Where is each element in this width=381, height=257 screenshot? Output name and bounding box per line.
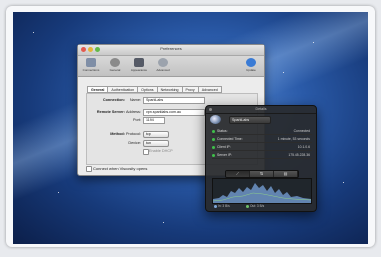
gear-icon (110, 58, 120, 67)
toolbar-appearance-button[interactable]: Appearance (128, 58, 150, 72)
port-field[interactable]: 1194 (143, 117, 165, 124)
toolbar-label: Update (246, 68, 256, 72)
connection-label: Connection: (102, 98, 125, 102)
name-label: Name: (129, 98, 141, 102)
window-title: Preferences (160, 46, 182, 51)
wallpaper-star (163, 222, 164, 223)
status-dot-icon (212, 129, 215, 133)
status-dot-icon (212, 153, 215, 157)
method-label: Method: (110, 132, 125, 136)
toolbar-connections-button[interactable]: Connections (80, 58, 102, 72)
address-field[interactable]: vpn.sparklabs.com.au (143, 109, 205, 116)
protocol-label: Protocol: (126, 132, 141, 136)
traffic-graph-svg (212, 183, 312, 203)
row-value: 175.45.228.36 (288, 153, 310, 157)
tab-advanced[interactable]: Advanced (197, 86, 222, 93)
traffic-view-button[interactable]: ⇅ (250, 171, 274, 177)
row-label: Connected Time: (217, 137, 243, 141)
tab-authentication[interactable]: Authentication (107, 86, 139, 93)
toolbar-advanced-button[interactable]: Advanced (152, 58, 174, 72)
toolbar-label: Connections (82, 68, 100, 72)
tab-options[interactable]: Options (137, 86, 158, 93)
row-label: Status: (217, 129, 228, 133)
tab-proxy[interactable]: Proxy (181, 86, 199, 93)
row-value: Connected (293, 129, 310, 133)
address-label: Address: (126, 110, 141, 114)
legend-out-label: Out: 3 B/s (250, 204, 265, 208)
toolbar-update-button[interactable]: Update (240, 58, 262, 72)
connection-select[interactable]: SparkLabs (229, 116, 271, 124)
legend-out: Out: 3 B/s (246, 204, 264, 208)
remote-server-label: Remote Server: (96, 110, 125, 114)
out-swatch-icon (246, 204, 249, 208)
hud-view-switcher: ⟋ ⇅ ▤ (225, 170, 299, 178)
device-select[interactable]: tun (143, 140, 169, 147)
tab-networking[interactable]: Networking (156, 86, 183, 93)
graph-view-button[interactable]: ⟋ (226, 171, 250, 177)
row-value: 10.1.0.6 (297, 145, 310, 149)
desktop-screen: Preferences Connections General Appearan… (13, 12, 368, 244)
window-titlebar: Preferences (78, 45, 264, 56)
row-value: 1 minute, 53 seconds (277, 137, 310, 141)
toolbar-label: General (109, 68, 121, 72)
wallpaper-star (313, 42, 314, 43)
close-icon[interactable] (209, 108, 212, 111)
appearance-icon (134, 58, 144, 67)
preferences-toolbar: Connections General Appearance Advanced … (78, 56, 264, 77)
status-dot-icon (212, 137, 215, 141)
wallpaper-star (33, 32, 34, 33)
settings-tab-bar: General Authentication Options Networkin… (87, 86, 222, 93)
wallpaper-star (343, 182, 344, 183)
details-hud-window: Details SparkLabs Status: Connected Conn… (205, 105, 317, 212)
advanced-icon (158, 58, 168, 67)
tab-general[interactable]: General (87, 86, 109, 93)
connect-when-opens-checkbox[interactable] (86, 166, 92, 172)
viscosity-logo-icon (210, 115, 221, 124)
connections-icon (86, 58, 96, 67)
device-label: Device: (128, 141, 141, 145)
server-ip-row: Server IP: 175.45.228.36 (212, 152, 312, 159)
update-icon (246, 58, 256, 67)
enable-dhcp-label: Enable DHCP (149, 149, 173, 153)
wallpaper-star (58, 192, 59, 193)
client-ip-row: Client IP: 10.1.0.6 (212, 144, 312, 151)
connect-when-opens-label: Connect when Viscosity opens (93, 166, 148, 171)
details-view-button[interactable]: ▤ (274, 171, 298, 177)
in-swatch-icon (214, 204, 217, 208)
port-label: Port: (132, 118, 141, 122)
connected-time-row: Connected Time: 1 minute, 53 seconds (212, 136, 312, 143)
wallpaper-star (283, 72, 284, 73)
toolbar-general-button[interactable]: General (104, 58, 126, 72)
status-dot-icon (212, 145, 215, 149)
legend-in: In: 3 B/s (214, 204, 230, 208)
row-label: Client IP: (217, 145, 231, 149)
name-field[interactable]: SparkLabs (143, 97, 205, 104)
hud-title: Details (206, 106, 316, 114)
traffic-in-area (213, 183, 311, 203)
row-label: Server IP: (217, 153, 233, 157)
traffic-graph (212, 178, 312, 204)
toolbar-label: Advanced (156, 68, 170, 72)
status-row: Status: Connected (212, 128, 312, 135)
toolbar-label: Appearance (130, 68, 148, 72)
protocol-select[interactable]: tcp (143, 131, 169, 138)
legend-in-label: In: 3 B/s (218, 204, 230, 208)
